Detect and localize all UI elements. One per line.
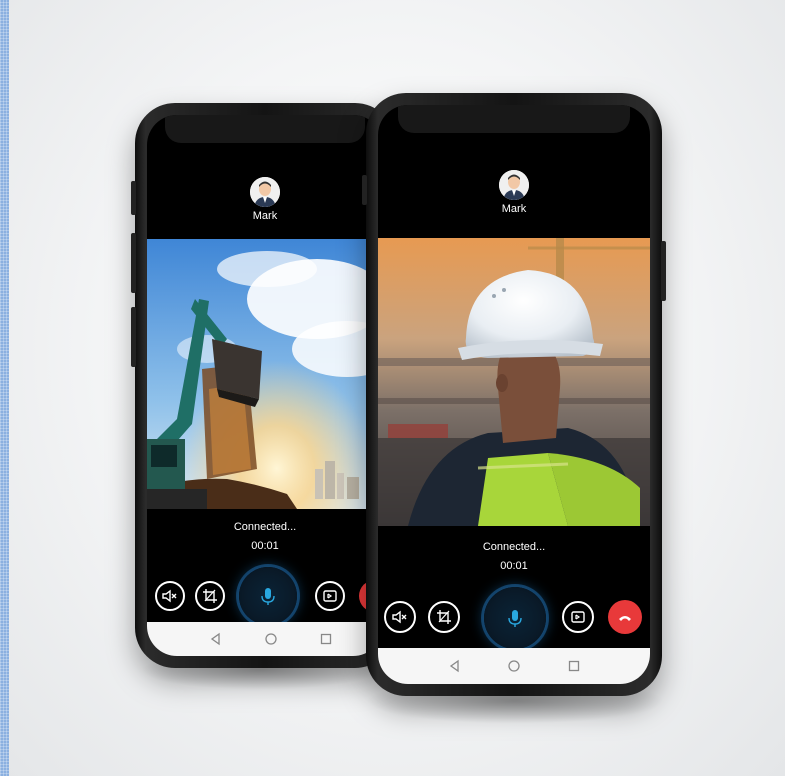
triangle-back-icon — [210, 632, 220, 646]
call-controls — [378, 585, 650, 649]
circle-home-icon — [508, 660, 520, 672]
call-status: Connected... 00:01 — [147, 521, 383, 552]
mute-button[interactable] — [384, 601, 416, 633]
call-timer: 00:01 — [500, 560, 528, 572]
speaker-mute-icon — [392, 610, 407, 624]
crop-button[interactable] — [195, 581, 225, 611]
caller-info: Mark — [378, 170, 650, 215]
front-phone-side-button — [661, 241, 666, 301]
remote-video-worker — [378, 238, 650, 526]
front-phone-screen: Mark Connected... 00:01 — [378, 105, 650, 684]
crop-button[interactable] — [428, 601, 460, 633]
back-phone-side-button — [131, 307, 136, 367]
video-camera-icon — [571, 611, 585, 623]
user-avatar-icon — [499, 170, 529, 200]
status-text: Connected... — [482, 541, 546, 553]
video-toggle-button[interactable] — [315, 581, 345, 611]
back-phone: Mark Connected... 00:01 — [131, 103, 395, 668]
triangle-back-icon — [449, 659, 459, 673]
avatar — [499, 170, 529, 200]
square-recents-icon — [320, 633, 332, 645]
call-controls — [147, 565, 383, 625]
video-toggle-button[interactable] — [562, 601, 594, 633]
status-text: Connected... — [233, 521, 297, 533]
excavator-video-frame-icon — [147, 239, 383, 509]
user-avatar-icon — [250, 177, 280, 207]
microphone-button[interactable] — [484, 587, 546, 649]
recents-nav-button[interactable] — [567, 659, 581, 673]
home-nav-button[interactable] — [507, 659, 521, 673]
caller-name: Mark — [252, 210, 278, 222]
front-phone-side-button — [362, 175, 367, 205]
left-edge-strip — [0, 0, 9, 776]
microphone-icon — [508, 610, 522, 627]
construction-worker-video-frame-icon — [378, 238, 650, 526]
square-recents-icon — [568, 660, 580, 672]
back-nav-button[interactable] — [209, 632, 223, 646]
crop-icon — [203, 589, 217, 603]
phone-hangup-icon — [619, 616, 631, 621]
android-navbar — [378, 648, 650, 684]
video-camera-icon — [323, 590, 337, 602]
circle-home-icon — [265, 633, 277, 645]
mute-button[interactable] — [155, 581, 185, 611]
home-nav-button[interactable] — [264, 632, 278, 646]
end-call-button[interactable] — [608, 600, 642, 634]
remote-video-excavator — [147, 239, 383, 509]
call-timer: 00:01 — [251, 540, 279, 552]
caller-info: Mark — [147, 177, 383, 222]
notch — [398, 105, 630, 133]
call-status: Connected... 00:01 — [378, 541, 650, 572]
back-phone-side-button — [131, 233, 136, 293]
microphone-icon — [261, 588, 275, 605]
speaker-mute-icon — [162, 589, 177, 603]
notch — [165, 115, 365, 143]
caller-name: Mark — [501, 203, 527, 215]
back-phone-screen: Mark Connected... 00:01 — [147, 115, 383, 656]
recents-nav-button[interactable] — [319, 632, 333, 646]
avatar — [250, 177, 280, 207]
android-navbar — [147, 622, 383, 656]
microphone-button[interactable] — [239, 567, 297, 625]
front-phone: Mark Connected... 00:01 — [362, 93, 666, 696]
back-nav-button[interactable] — [448, 659, 462, 673]
crop-icon — [437, 610, 451, 624]
back-phone-side-button — [131, 181, 136, 215]
